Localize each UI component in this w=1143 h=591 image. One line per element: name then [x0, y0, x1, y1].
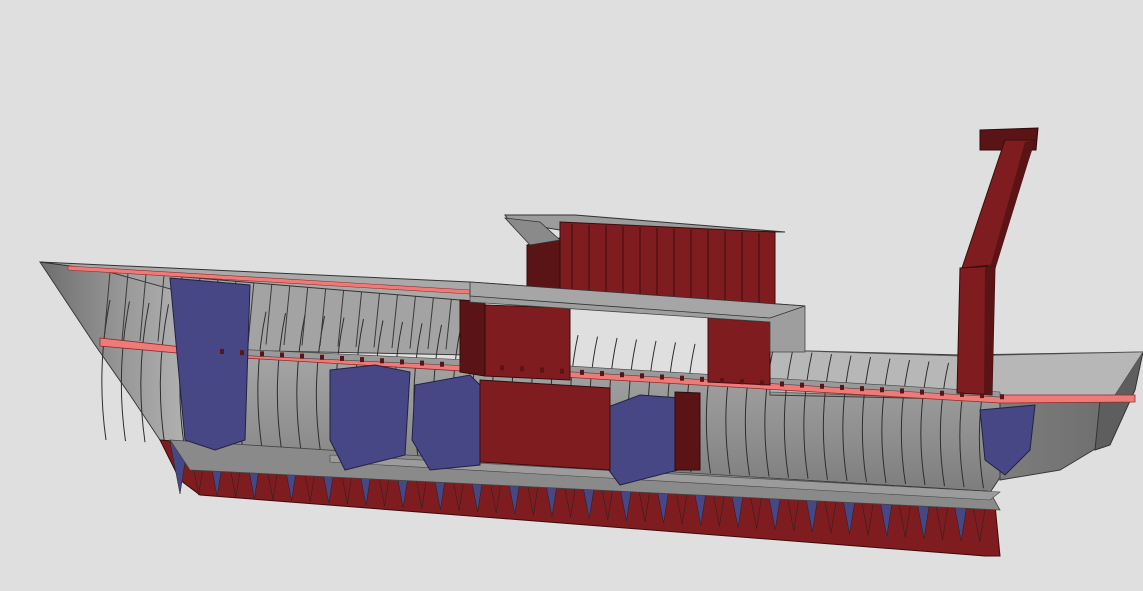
deck-bracket: [960, 391, 964, 397]
deck-bracket: [820, 383, 824, 389]
deck-bracket: [720, 378, 724, 383]
midship-bulkhead-lower: [479, 379, 611, 471]
deck-bracket: [420, 360, 424, 366]
model-viewport[interactable]: [0, 0, 1143, 591]
hold-bulkhead-1: [329, 364, 411, 471]
deck-bracket: [220, 349, 224, 354]
deck-bracket: [620, 372, 624, 378]
deck-bracket: [520, 366, 524, 372]
deck-bracket: [800, 382, 804, 388]
deck-bracket: [320, 354, 324, 360]
ship-model: [38, 127, 1143, 557]
deck-bracket: [480, 364, 484, 370]
deck-bracket: [840, 384, 844, 390]
deck-bracket: [360, 357, 364, 363]
engine-casing-pillar: [674, 391, 701, 471]
deck-bracket: [540, 367, 544, 373]
deck-bracket: [400, 359, 404, 365]
deck-bracket: [280, 352, 284, 358]
deck-bracket: [760, 380, 764, 386]
deck-bracket: [880, 387, 884, 393]
deck-bracket: [260, 351, 264, 357]
hold-bulkhead-3: [599, 394, 681, 486]
casing-side-front: [484, 304, 571, 381]
deck-bracket: [780, 381, 784, 387]
deck-bracket: [600, 371, 604, 377]
deck-bracket: [640, 373, 644, 379]
deck-bracket: [240, 350, 244, 356]
deck-bracket: [1000, 394, 1004, 400]
deck-bracket: [440, 361, 444, 367]
casing-side-aft: [707, 317, 771, 386]
deck-bracket: [680, 375, 684, 381]
deck-bracket: [660, 374, 664, 380]
deck-bracket: [860, 386, 864, 392]
deck-bracket: [580, 369, 584, 375]
deck-bracket: [700, 376, 704, 382]
deck-bracket: [460, 362, 464, 368]
deck-bracket: [500, 365, 504, 371]
deck-bracket: [380, 358, 384, 364]
deck-bracket: [900, 388, 904, 394]
deck-bracket: [300, 353, 304, 359]
hold-bulkhead-2: [411, 374, 481, 471]
deck-bracket: [980, 393, 984, 399]
deck-bracket: [740, 379, 744, 385]
deck-bracket: [560, 368, 564, 374]
deck-bracket: [940, 390, 944, 396]
deck-bracket: [340, 355, 344, 361]
deck-bracket: [920, 389, 924, 395]
